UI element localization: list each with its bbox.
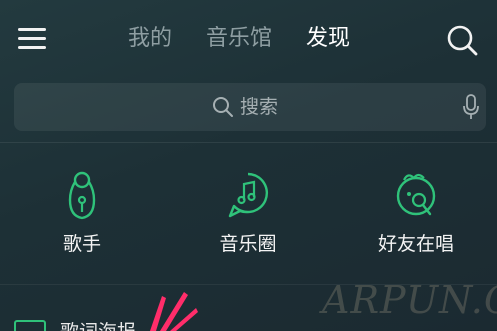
- tab-mine[interactable]: 我的: [128, 24, 172, 54]
- tab-discover[interactable]: 发现: [306, 24, 350, 54]
- feature-label: 音乐圈: [219, 233, 277, 255]
- friends-singing-icon: [396, 173, 436, 216]
- menu-line: [18, 37, 46, 40]
- top-tabs: 我的 音乐馆 发现: [128, 24, 350, 54]
- feature-music-circle[interactable]: 音乐圈: [188, 170, 308, 260]
- microphone-icon[interactable]: [462, 94, 480, 120]
- feature-singer[interactable]: 歌手: [22, 170, 142, 260]
- search-icon: [213, 97, 233, 117]
- feature-label: 好友在唱: [377, 233, 454, 255]
- search-input[interactable]: 搜索: [14, 83, 486, 131]
- singer-icon: [68, 171, 96, 220]
- music-circle-icon: [228, 172, 269, 218]
- menu-line: [18, 28, 46, 31]
- lyrics-poster-icon: [14, 320, 46, 331]
- lyrics-poster-label: 歌词海报: [60, 320, 136, 331]
- feature-label: 歌手: [62, 233, 101, 255]
- top-bar: 我的 音乐馆 发现: [0, 0, 497, 76]
- tab-music-hall[interactable]: 音乐馆: [206, 24, 272, 54]
- menu-line: [18, 46, 46, 49]
- search-placeholder: 搜索: [240, 96, 279, 118]
- divider: [0, 142, 497, 143]
- menu-icon[interactable]: [18, 26, 48, 52]
- search-icon[interactable]: [446, 24, 478, 56]
- feature-friends-singing[interactable]: 好友在唱: [356, 170, 476, 260]
- watermark: ARPUN.COM: [322, 278, 497, 322]
- new-burst-icon: [150, 292, 198, 331]
